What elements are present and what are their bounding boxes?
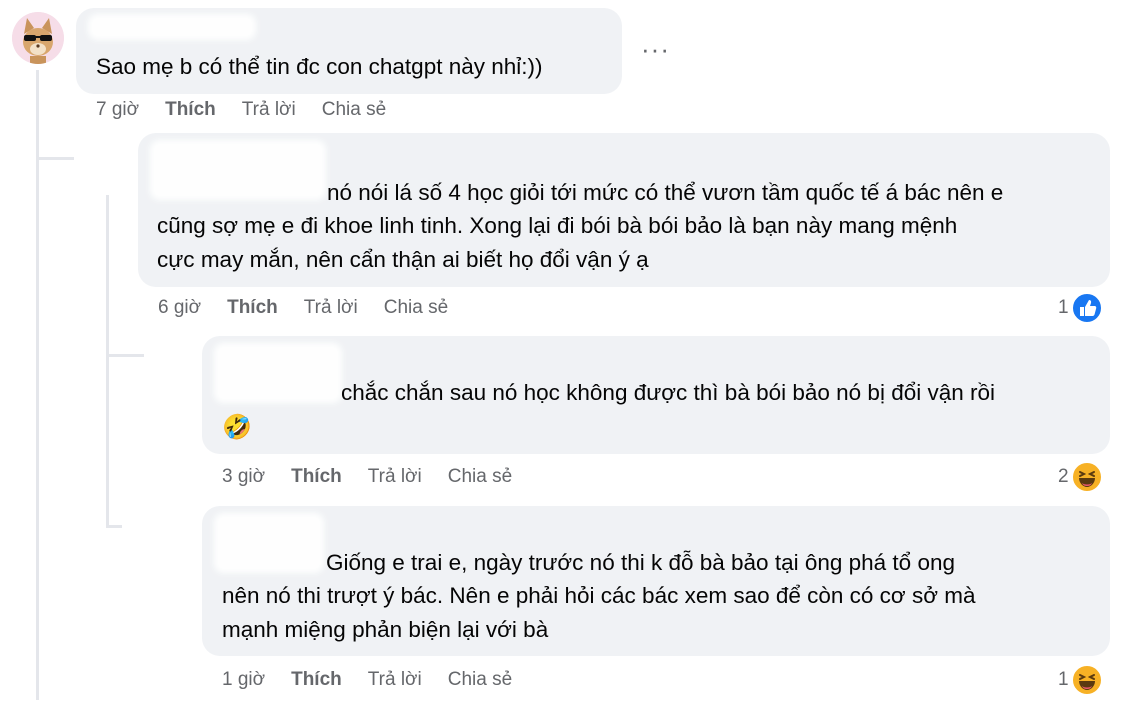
root-comment-actions: 7 giờ Thích Trả lời Chia sẻ	[96, 99, 412, 121]
reply-3-line-1: Giống e trai e, ngày trước nó thi k đỗ b…	[326, 550, 955, 575]
share-button[interactable]: Chia sẻ	[448, 669, 512, 691]
reply-button[interactable]: Trả lời	[368, 669, 422, 691]
like-button[interactable]: Thích	[227, 297, 278, 319]
reply-3-line-2: nên nó thi trượt ý bác. Nên e phải hỏi c…	[222, 583, 976, 608]
author-name-redacted	[214, 513, 324, 573]
thread-connector-1	[36, 157, 74, 160]
reply-button[interactable]: Trả lời	[304, 297, 358, 319]
rolling-laughing-emoji: 🤣	[222, 414, 252, 441]
share-button[interactable]: Chia sẻ	[448, 466, 512, 488]
reply-button[interactable]: Trả lời	[368, 466, 422, 488]
thread-connector-2	[106, 354, 144, 357]
more-options-button[interactable]: ···	[641, 34, 670, 65]
reply-3-line-3: mạnh miệng phản biện lại với bà	[222, 617, 549, 642]
reply-1-line-3: cực may mắn, nên cẩn thận ai biết họ đổi…	[157, 247, 649, 272]
reaction-summary-3[interactable]: 1	[1058, 664, 1103, 696]
reply-1-line-2: cũng sợ mẹ e đi khoe linh tinh. Xong lại…	[157, 213, 958, 238]
reply-2-line-1: chắc chắn sau nó học không được thì bà b…	[341, 380, 996, 405]
reaction-count: 1	[1058, 669, 1069, 690]
reaction-summary-2[interactable]: 2	[1058, 461, 1103, 493]
reply-1-actions: 6 giờ Thích Trả lời Chia sẻ	[158, 297, 474, 319]
thread-line-root	[36, 70, 39, 700]
comment-time[interactable]: 3 giờ	[222, 466, 265, 488]
author-name-redacted	[214, 343, 342, 403]
haha-icon	[1070, 664, 1103, 696]
like-button[interactable]: Thích	[165, 99, 216, 121]
reply-1-line-1: nó nói lá số 4 học giỏi tới mức có thể v…	[327, 180, 1004, 205]
root-comment-text: Sao mẹ b có thể tin đc con chatgpt này n…	[96, 54, 543, 79]
comment-time[interactable]: 7 giờ	[96, 99, 139, 121]
reply-2-actions: 3 giờ Thích Trả lời Chia sẻ	[222, 466, 538, 488]
reply-3-actions: 1 giờ Thích Trả lời Chia sẻ	[222, 669, 538, 691]
avatar[interactable]	[12, 12, 64, 64]
share-button[interactable]: Chia sẻ	[384, 297, 448, 319]
thread-line-reply1	[106, 195, 109, 527]
like-icon	[1070, 292, 1103, 324]
reply-button[interactable]: Trả lời	[242, 99, 296, 121]
share-button[interactable]: Chia sẻ	[322, 99, 386, 121]
reaction-count: 2	[1058, 466, 1069, 487]
reaction-summary-1[interactable]: 1	[1058, 292, 1103, 324]
like-button[interactable]: Thích	[291, 466, 342, 488]
comment-time[interactable]: 6 giờ	[158, 297, 201, 319]
author-name-redacted	[88, 14, 256, 40]
like-button[interactable]: Thích	[291, 669, 342, 691]
cat-sunglasses-avatar-icon	[12, 12, 64, 64]
thread-connector-3	[106, 525, 122, 528]
reaction-count: 1	[1058, 297, 1069, 318]
author-name-redacted	[150, 140, 326, 200]
haha-icon	[1070, 461, 1103, 493]
comment-time[interactable]: 1 giờ	[222, 669, 265, 691]
